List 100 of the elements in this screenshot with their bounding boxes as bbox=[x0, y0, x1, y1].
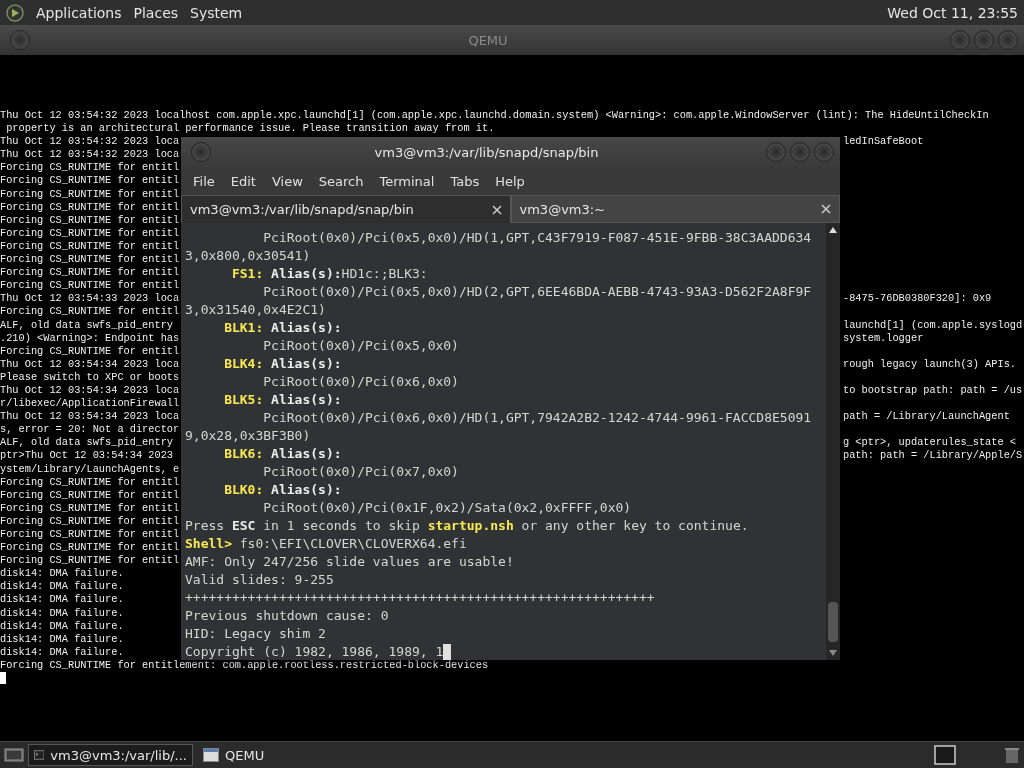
console-line: Forcing CS_RUNTIME for entitl bbox=[0, 554, 180, 568]
console-line: g <ptr>, updaterules_state < bbox=[843, 436, 1017, 450]
console-line: disk14: DMA failure. bbox=[0, 645, 124, 659]
console-line: Forcing CS_RUNTIME for entitl bbox=[0, 226, 180, 240]
console-line: ALF, old data swfs_pid_entry bbox=[0, 318, 174, 332]
console-line: Forcing CS_RUNTIME for entitl bbox=[0, 266, 180, 280]
terminal-tab[interactable]: vm3@vm3:/var/lib/snapd/snap/bin bbox=[181, 195, 511, 223]
close-button[interactable] bbox=[998, 30, 1018, 50]
maximize-button[interactable] bbox=[974, 30, 994, 50]
close-icon[interactable] bbox=[491, 204, 502, 215]
console-line: Forcing CS_RUNTIME for entitl bbox=[0, 501, 180, 515]
minimize-button[interactable] bbox=[766, 142, 786, 162]
taskbar-button[interactable]: vm3@vm3:/var/lib/... bbox=[28, 744, 193, 766]
console-line: Forcing CS_RUNTIME for entitl bbox=[0, 174, 180, 188]
console-line: launchd[1] (com.apple.syslogd bbox=[843, 318, 1023, 332]
console-line: Forcing CS_RUNTIME for entitl bbox=[0, 528, 180, 542]
console-line: Forcing CS_RUNTIME for entitl bbox=[0, 253, 180, 267]
menu-item[interactable]: Edit bbox=[222, 173, 264, 189]
console-line: path: path = /Library/Apple/S bbox=[843, 449, 1023, 463]
console-line: Thu Oct 12 03:54:33 2023 loca bbox=[0, 292, 180, 306]
terminal-line: 3,0x31540,0x4E2C1) bbox=[185, 301, 326, 319]
console-line: Forcing CS_RUNTIME for entitl bbox=[0, 344, 180, 358]
console-line: Forcing CS_RUNTIME for entitl bbox=[0, 475, 180, 489]
console-line: Thu Oct 12 03:54:34 2023 loca bbox=[0, 357, 180, 371]
console-line: disk14: DMA failure. bbox=[0, 619, 124, 633]
menu-item[interactable]: Tabs bbox=[442, 173, 488, 189]
console-line: Forcing CS_RUNTIME for entitl bbox=[0, 187, 180, 201]
console-line: Forcing CS_RUNTIME for entitl bbox=[0, 213, 180, 227]
console-line: property is an architectural performance issue. Please transition away from it. bbox=[5, 122, 495, 136]
console-line: rough legacy launch(3) APIs. bbox=[843, 357, 1017, 371]
terminal-line: BLK0: Alias(s): bbox=[223, 481, 342, 499]
console-line: Forcing CS_RUNTIME for entitl bbox=[0, 488, 180, 502]
terminal-line: 3,0x800,0x30541) bbox=[185, 247, 311, 265]
maximize-button[interactable] bbox=[790, 142, 810, 162]
terminal-line: FS1: Alias(s):HD1c:;BLK3: bbox=[230, 265, 428, 283]
cursor-icon bbox=[443, 644, 452, 660]
menu-item[interactable]: View bbox=[263, 173, 311, 189]
console-line: Thu Oct 12 03:54:32 2023 loca bbox=[0, 135, 180, 149]
minimize-button[interactable] bbox=[950, 30, 970, 50]
terminal-line: BLK5: Alias(s): bbox=[223, 391, 342, 409]
terminal-line: Copyright (c) 1982, 1986, 1989, 1 bbox=[185, 643, 444, 660]
console-line: r/libexec/ApplicationFirewall bbox=[0, 397, 180, 411]
console-line: Thu Oct 12 03:54:32 2023 loca bbox=[0, 148, 180, 162]
close-button[interactable] bbox=[814, 142, 834, 162]
terminal-line: BLK6: Alias(s): bbox=[223, 445, 342, 463]
console-line: disk14: DMA failure. bbox=[0, 632, 124, 646]
console-line: Forcing CS_RUNTIME for entitl bbox=[0, 200, 180, 214]
workspace-icon[interactable] bbox=[934, 745, 956, 765]
console-line: Forcing CS_RUNTIME for entitl bbox=[0, 305, 180, 319]
terminal-line: PciRoot(0x0)/Pci(0x5,0x0)/HD(1,GPT,C43F7919-F087-451E-9FBB-38C3AADD634 bbox=[262, 229, 812, 247]
terminal-icon bbox=[34, 748, 45, 762]
terminal-line: BLK4: Alias(s): bbox=[223, 355, 342, 373]
console-line: Forcing CS_RUNTIME for entitl bbox=[0, 541, 180, 555]
terminal-line: PciRoot(0x0)/Pci(0x7,0x0) bbox=[262, 463, 459, 481]
up-arrow-icon[interactable] bbox=[829, 227, 837, 233]
console-line: Forcing CS_RUNTIME for entitl bbox=[0, 161, 180, 175]
console-line: Forcing CS_RUNTIME for entitl bbox=[0, 514, 180, 528]
window-menu-button[interactable] bbox=[10, 30, 30, 50]
trash-icon[interactable] bbox=[1004, 746, 1020, 764]
console-line: .210) <Warning>: Endpoint has bbox=[0, 331, 180, 345]
console-line: Please switch to XPC or boots bbox=[0, 370, 180, 384]
clock[interactable]: Wed Oct 11, 23:55 bbox=[887, 4, 1018, 21]
menu-item[interactable]: File bbox=[185, 173, 223, 189]
panel-menu[interactable]: System bbox=[190, 4, 243, 21]
window-icon bbox=[203, 748, 219, 762]
terminal-line: Valid slides: 9-255 bbox=[185, 571, 334, 589]
window-title: QEMU bbox=[467, 32, 509, 48]
panel-menu[interactable]: Applications bbox=[36, 4, 122, 21]
taskbar-button[interactable]: QEMU bbox=[197, 744, 362, 766]
close-icon[interactable] bbox=[821, 204, 831, 214]
panel-menu[interactable]: Places bbox=[133, 4, 179, 21]
console-line: Thu Oct 12 03:54:34 2023 loca bbox=[0, 383, 180, 398]
desktop-icon[interactable] bbox=[4, 746, 24, 764]
console-line: system.logger bbox=[843, 331, 924, 345]
menu-item[interactable]: Terminal bbox=[371, 173, 443, 189]
terminal-tab[interactable]: vm3@vm3:~ bbox=[510, 195, 840, 223]
scroll-thumb[interactable] bbox=[828, 602, 838, 642]
console-line: disk14: DMA failure. bbox=[0, 580, 124, 594]
console-line: s, error = 20: Not a director bbox=[0, 423, 180, 437]
terminal-line: Previous shutdown cause: 0 bbox=[185, 607, 389, 625]
console-line: disk14: DMA failure. bbox=[0, 593, 124, 607]
scrollbar[interactable] bbox=[826, 223, 840, 660]
terminal-line: Shell> fs0:\EFI\CLOVER\CLOVERX64.efi bbox=[185, 535, 467, 553]
console-line: ptr>Thu Oct 12 03:54:34 2023 bbox=[0, 449, 174, 463]
terminal-line: 9,0x28,0x3BF3B0) bbox=[185, 427, 311, 445]
window-title: vm3@vm3:/var/lib/snapd/snap/bin bbox=[373, 144, 600, 160]
window-menu-button[interactable] bbox=[191, 142, 211, 162]
console-line: Forcing CS_RUNTIME for entitl bbox=[0, 239, 180, 254]
console-line: -8475-76DB0380F320]: 0x9 bbox=[843, 292, 992, 306]
down-arrow-icon[interactable] bbox=[829, 650, 837, 656]
terminal-line: PciRoot(0x0)/Pci(0x5,0x0) bbox=[262, 337, 459, 355]
terminal-line: PciRoot(0x0)/Pci(0x6,0x0) bbox=[262, 373, 459, 391]
console-line: disk14: DMA failure. bbox=[0, 606, 124, 620]
menu-item[interactable]: Help bbox=[487, 173, 533, 189]
terminal-line: ++++++++++++++++++++++++++++++++++++++++++++++++++++++++++++ bbox=[185, 589, 655, 607]
play-logo-icon[interactable] bbox=[6, 3, 24, 22]
console-line: Forcing CS_RUNTIME for entitl bbox=[0, 279, 180, 293]
terminal-line: PciRoot(0x0)/Pci(0x1F,0x2)/Sata(0x2,0xFFFF,0x0) bbox=[262, 499, 632, 517]
menu-item[interactable]: Search bbox=[310, 173, 372, 189]
console-line: to bootstrap path: path = /us bbox=[843, 383, 1023, 398]
